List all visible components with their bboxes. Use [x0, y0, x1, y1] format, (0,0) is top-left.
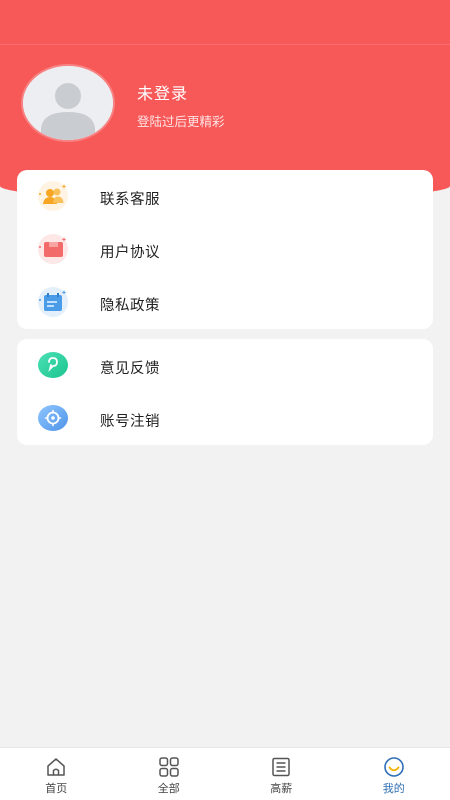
customer-service-icon — [37, 180, 69, 212]
profile-smile-icon — [383, 757, 404, 777]
tab-label: 全部 — [157, 782, 180, 795]
default-avatar-icon — [23, 66, 113, 140]
tab-all[interactable]: 全部 — [113, 748, 226, 800]
login-status[interactable]: 未登录 — [137, 80, 188, 104]
tab-label: 高薪 — [270, 782, 293, 795]
tab-home[interactable]: 首页 — [0, 748, 113, 800]
user-agreement-icon — [37, 233, 69, 265]
list-icon — [272, 757, 290, 777]
menu-item-label: 联系客服 — [100, 192, 160, 208]
tab-label: 我的 — [382, 782, 405, 795]
home-icon — [47, 758, 65, 776]
menu-item-label: 用户协议 — [100, 245, 160, 261]
grid-icon — [159, 757, 179, 777]
login-hint: 登陆过后更精彩 — [137, 114, 225, 129]
bottom-tab-bar: 首页 全部 高薪 我的 — [0, 747, 450, 800]
menu-item-feedback[interactable]: 意见反馈 — [17, 339, 433, 392]
account-cancel-icon — [37, 402, 69, 434]
menu-card-secondary: 意见反馈 账号注销 — [17, 339, 433, 445]
menu-item-account-cancel[interactable]: 账号注销 — [17, 392, 433, 445]
menu-card-primary: 联系客服 用户协议 隐私政策 — [17, 170, 433, 329]
menu-item-customer-service[interactable]: 联系客服 — [17, 170, 433, 223]
avatar[interactable] — [23, 66, 113, 140]
menu-item-label: 隐私政策 — [100, 298, 160, 314]
tab-mine[interactable]: 我的 — [338, 748, 450, 800]
tab-label: 首页 — [45, 782, 68, 795]
header-divider — [0, 44, 450, 45]
privacy-policy-icon — [37, 286, 69, 318]
tab-high-salary[interactable]: 高薪 — [225, 748, 338, 800]
menu-item-label: 账号注销 — [100, 414, 160, 430]
menu-item-user-agreement[interactable]: 用户协议 — [17, 223, 433, 276]
menu-item-privacy-policy[interactable]: 隐私政策 — [17, 276, 433, 329]
feedback-icon — [37, 349, 69, 381]
menu-item-label: 意见反馈 — [100, 361, 160, 377]
